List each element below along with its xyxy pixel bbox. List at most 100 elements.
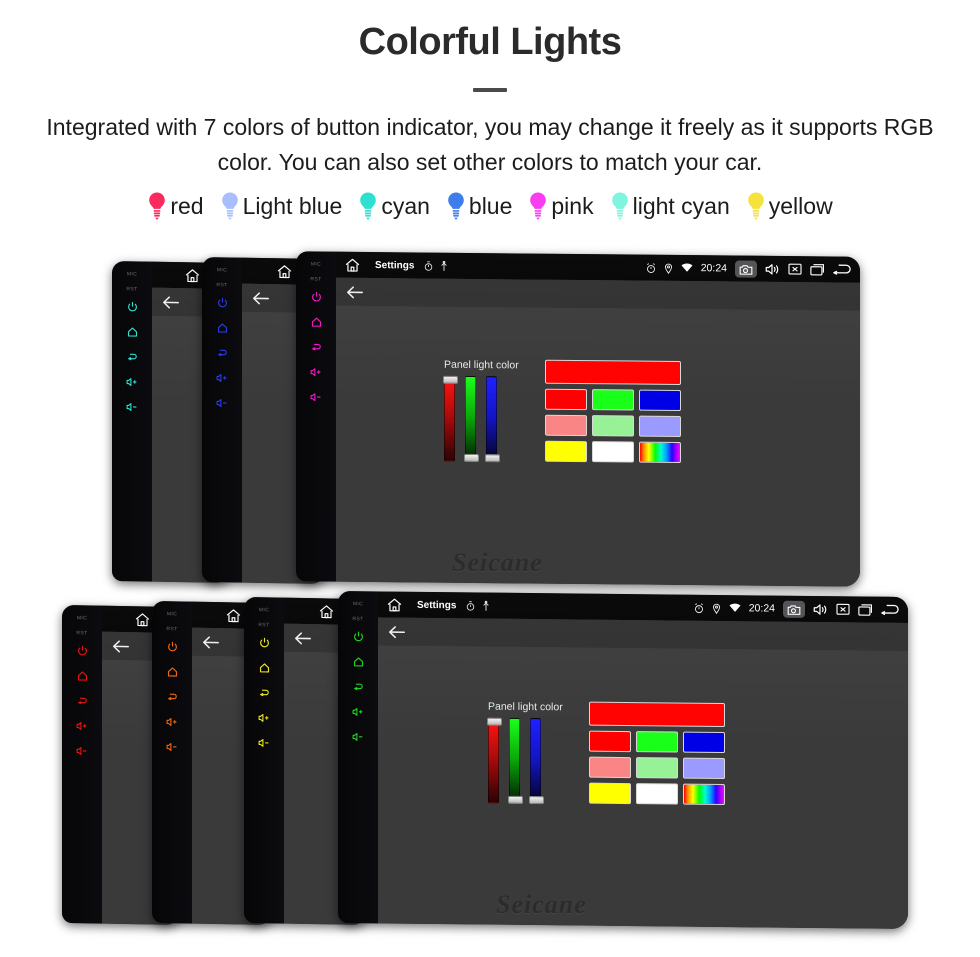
rst-label: RST xyxy=(216,282,228,289)
color-swatch[interactable] xyxy=(591,441,634,463)
back-arrow-icon[interactable] xyxy=(294,630,312,645)
red-slider[interactable] xyxy=(443,375,458,462)
volume-icon[interactable] xyxy=(813,602,828,615)
color-swatch[interactable] xyxy=(638,389,681,411)
color-swatch[interactable] xyxy=(638,415,681,437)
blue-slider[interactable] xyxy=(529,718,544,805)
home-icon[interactable] xyxy=(217,322,228,333)
camera-icon[interactable] xyxy=(787,603,801,615)
volume-down-icon[interactable] xyxy=(216,397,228,408)
power-icon[interactable] xyxy=(77,645,88,656)
back-icon[interactable] xyxy=(217,347,228,358)
back-arrow-icon[interactable] xyxy=(346,284,364,299)
camera-icon[interactable] xyxy=(739,263,753,275)
volume-down-icon[interactable] xyxy=(166,741,178,752)
color-swatch[interactable] xyxy=(682,757,725,780)
power-icon[interactable] xyxy=(167,641,178,652)
green-slider[interactable] xyxy=(508,717,523,804)
home-icon[interactable] xyxy=(276,263,293,280)
volume-down-icon[interactable] xyxy=(258,737,270,748)
volume-down-icon[interactable] xyxy=(76,745,88,756)
legend-item-light-cyan: light cyan xyxy=(610,191,730,221)
back-icon[interactable] xyxy=(311,341,322,352)
red-slider-thumb[interactable] xyxy=(487,717,502,726)
color-swatch[interactable] xyxy=(588,730,631,753)
red-slider[interactable] xyxy=(487,717,502,804)
home-icon[interactable] xyxy=(318,603,335,620)
home-icon[interactable] xyxy=(184,267,201,284)
green-slider[interactable] xyxy=(464,375,479,463)
volume-up-icon[interactable] xyxy=(258,712,270,723)
volume-up-icon[interactable] xyxy=(310,366,322,377)
panel-light-color: Panel light color xyxy=(487,701,725,806)
color-swatch[interactable] xyxy=(588,756,631,779)
color-swatch[interactable] xyxy=(591,415,634,437)
home-icon[interactable] xyxy=(77,670,88,681)
power-icon[interactable] xyxy=(311,291,322,302)
color-swatch[interactable] xyxy=(544,440,587,463)
back-icon[interactable] xyxy=(353,681,364,692)
back-arrow-icon[interactable] xyxy=(252,290,270,305)
recents-icon[interactable] xyxy=(858,603,873,616)
volume-up-icon[interactable] xyxy=(352,706,364,717)
back-arrow-icon[interactable] xyxy=(162,294,180,309)
home-icon[interactable] xyxy=(167,666,178,677)
color-swatch[interactable] xyxy=(682,783,725,806)
home-icon[interactable] xyxy=(225,607,242,624)
power-icon[interactable] xyxy=(127,301,138,312)
green-device[interactable]: MIC RST Settings 20:24 Panel light color xyxy=(338,591,908,929)
volume-up-icon[interactable] xyxy=(166,716,178,727)
home-icon[interactable] xyxy=(344,256,361,273)
power-icon[interactable] xyxy=(217,297,228,308)
home-icon[interactable] xyxy=(386,596,403,613)
color-swatch[interactable] xyxy=(635,783,678,805)
camera-button[interactable] xyxy=(735,260,757,278)
volume-up-icon[interactable] xyxy=(76,720,88,731)
volume-down-icon[interactable] xyxy=(352,731,364,742)
back-icon[interactable] xyxy=(881,603,900,617)
green-slider-thumb[interactable] xyxy=(464,453,479,463)
blue-slider-thumb[interactable] xyxy=(529,796,544,805)
power-icon[interactable] xyxy=(259,637,270,648)
color-swatch[interactable] xyxy=(544,414,587,437)
back-arrow-icon[interactable] xyxy=(388,624,406,639)
blue-slider[interactable] xyxy=(485,376,500,463)
back-icon[interactable] xyxy=(259,687,270,698)
volume-down-icon[interactable] xyxy=(126,401,138,412)
back-icon[interactable] xyxy=(833,262,852,276)
color-legend: red Light blue cyan blue pink light cyan xyxy=(0,191,980,221)
back-icon[interactable] xyxy=(77,695,88,706)
volume-icon[interactable] xyxy=(765,262,780,275)
volume-up-icon[interactable] xyxy=(126,376,138,387)
color-swatch[interactable] xyxy=(588,782,631,805)
close-icon[interactable] xyxy=(788,263,802,275)
back-icon[interactable] xyxy=(127,351,138,362)
home-icon[interactable] xyxy=(127,326,138,337)
close-icon[interactable] xyxy=(836,603,850,615)
color-swatch[interactable] xyxy=(544,388,587,411)
camera-button[interactable] xyxy=(783,600,805,618)
color-swatch[interactable] xyxy=(638,441,681,463)
volume-up-icon[interactable] xyxy=(216,372,228,383)
back-arrow-icon[interactable] xyxy=(112,638,130,653)
back-arrow-icon[interactable] xyxy=(202,634,220,649)
color-swatch[interactable] xyxy=(591,389,634,411)
legend-label: red xyxy=(170,192,204,219)
red-slider-thumb[interactable] xyxy=(443,375,458,384)
home-icon[interactable] xyxy=(311,316,322,327)
blue-slider-thumb[interactable] xyxy=(485,454,500,463)
color-swatch[interactable] xyxy=(635,757,678,779)
color-swatch[interactable] xyxy=(682,731,725,754)
page-header: Colorful Lights Integrated with 7 colors… xyxy=(0,0,980,181)
color-swatch[interactable] xyxy=(635,731,678,753)
pink-device[interactable]: MIC RST Settings 20:24 Panel light color xyxy=(296,251,860,587)
home-icon[interactable] xyxy=(134,611,151,628)
home-icon[interactable] xyxy=(259,662,270,673)
back-icon[interactable] xyxy=(167,691,178,702)
recents-icon[interactable] xyxy=(810,263,825,276)
status-bar-clock: 20:24 xyxy=(748,602,775,615)
home-icon[interactable] xyxy=(353,656,364,667)
volume-down-icon[interactable] xyxy=(310,391,322,402)
power-icon[interactable] xyxy=(353,631,364,642)
green-slider-thumb[interactable] xyxy=(508,795,523,804)
